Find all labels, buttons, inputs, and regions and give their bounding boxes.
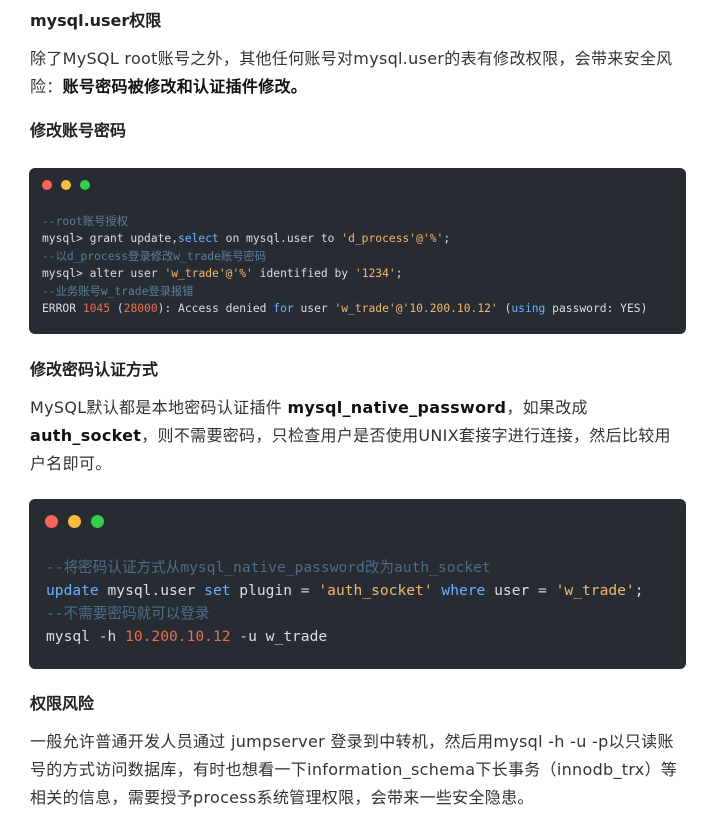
section-title-auth-method: 修改密码认证方式	[30, 360, 159, 379]
code-line: mysql -h 10.200.10.12 -u w_trade	[46, 628, 328, 645]
minimize-dot-icon	[68, 515, 81, 528]
code-line: --业务账号w_trade登录报错	[42, 285, 194, 298]
minimize-dot-icon	[61, 180, 71, 190]
code-block-1: --root账号授权 mysql> grant update,select on…	[29, 168, 686, 334]
section-title-risk: 权限风险	[30, 694, 95, 713]
close-dot-icon	[42, 180, 52, 190]
auth-paragraph: MySQL默认都是本地密码认证插件 mysql_native_password，…	[30, 398, 671, 473]
maximize-dot-icon	[80, 180, 90, 190]
code-line: ERROR 1045 (28000): Access denied for us…	[42, 302, 648, 315]
plugin-name-socket: auth_socket	[30, 426, 142, 445]
plugin-name: mysql_native_password	[287, 398, 507, 417]
window-controls	[45, 515, 104, 528]
section-title-change-password: 修改账号密码	[30, 121, 127, 140]
close-dot-icon	[45, 515, 58, 528]
article: mysql.user权限 除了MySQL root账号之外，其他任何账号对mys…	[0, 0, 707, 840]
code-block-2: --将密码认证方式从mysql_native_password改为auth_so…	[29, 499, 686, 669]
code-line: mysql> grant update,select on mysql.user…	[42, 232, 451, 245]
intro-paragraph: 除了MySQL root账号之外，其他任何账号对mysql.user的表有修改权…	[30, 45, 686, 101]
code-line: --以d_process登录修改w_trade账号密码	[42, 250, 267, 263]
window-controls	[42, 180, 90, 190]
risk-paragraph: 一般允许普通开发人员通过 jumpserver 登录到中转机，然后用mysql …	[30, 732, 678, 807]
code-line: --将密码认证方式从mysql_native_password改为auth_so…	[46, 559, 491, 576]
code-line: --root账号授权	[42, 215, 128, 228]
intro-bold: 账号密码被修改和认证插件修改。	[62, 77, 308, 96]
code-line: update mysql.user set plugin = 'auth_soc…	[46, 582, 644, 599]
code-line: --不需要密码就可以登录	[46, 605, 210, 622]
code-line: mysql> alter user 'w_trade'@'%' identifi…	[42, 267, 403, 280]
maximize-dot-icon	[91, 515, 104, 528]
section-title-mysql-user: mysql.user权限	[30, 11, 162, 30]
